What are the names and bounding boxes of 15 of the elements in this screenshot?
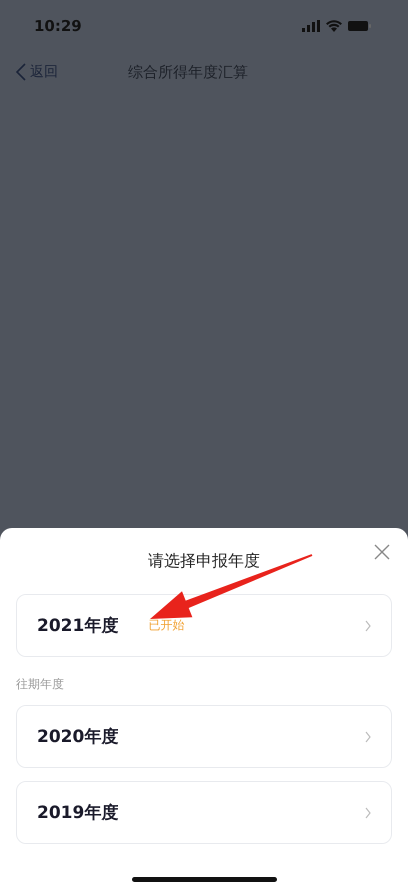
wifi-icon bbox=[326, 20, 342, 32]
chevron-right-icon bbox=[365, 806, 371, 818]
chevron-right-icon bbox=[365, 620, 371, 632]
battery-icon bbox=[348, 20, 372, 32]
year-option[interactable]: 2021年度 已开始 bbox=[16, 594, 392, 657]
chevron-right-icon bbox=[365, 730, 371, 742]
year-option[interactable]: 2019年度 bbox=[16, 781, 392, 844]
status-time: 10:29 bbox=[34, 17, 82, 35]
close-button[interactable] bbox=[374, 544, 390, 560]
section-label: 往期年度 bbox=[16, 676, 65, 693]
back-chevron-icon bbox=[16, 63, 26, 81]
status-label: 已开始 bbox=[148, 617, 184, 634]
year-option[interactable]: 2020年度 bbox=[16, 705, 392, 768]
sheet-title: 请选择申报年度 bbox=[148, 550, 260, 572]
signal-icon bbox=[302, 20, 320, 32]
